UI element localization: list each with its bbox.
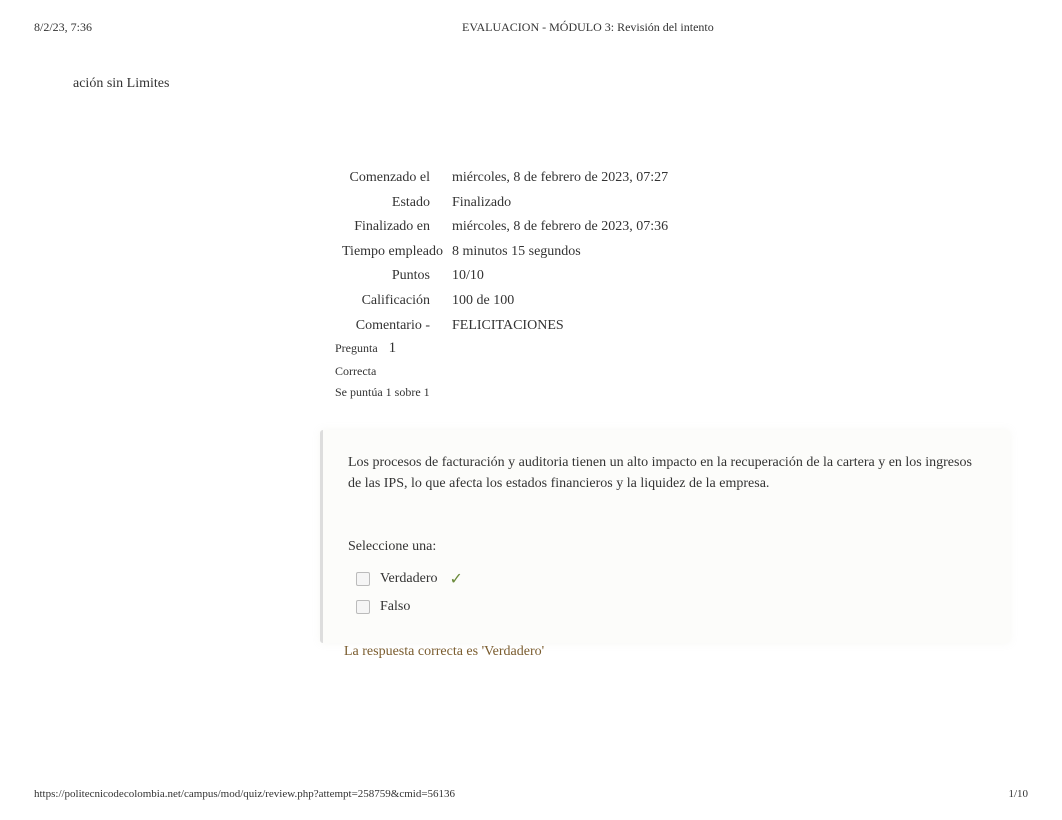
summary-value: miércoles, 8 de febrero de 2023, 07:27 [452,168,668,188]
check-icon: ✓ [450,569,463,589]
footer-url: https://politecnicodecolombia.net/campus… [34,788,455,800]
question-text: Los procesos de facturación y auditoria … [348,452,985,494]
footer-page: 1/10 [1008,788,1028,800]
select-prompt: Seleccione una: [348,539,985,555]
summary-value: 10/10 [452,266,668,286]
question-header: Pregunta 1 [335,340,396,357]
option-text: Verdadero [380,571,438,587]
summary-label: Comentario - [342,316,452,336]
page-subtitle: ación sin Limites [73,76,169,92]
summary-value: 100 de 100 [452,291,668,311]
summary-table: Comenzado el miércoles, 8 de febrero de … [342,168,668,340]
header-timestamp: 8/2/23, 7:36 [34,20,92,35]
question-label: Pregunta [335,341,378,355]
summary-row: Calificación 100 de 100 [342,291,668,311]
summary-value: FELICITACIONES [452,316,668,336]
radio-icon[interactable] [356,572,370,586]
summary-label: Estado [342,193,452,213]
summary-value: Finalizado [452,193,668,213]
summary-label: Calificación [342,291,452,311]
summary-label: Tiempo empleado [342,242,452,262]
option-text: Falso [380,599,410,615]
option-row-falso: Falso [348,599,985,615]
question-status: Correcta [335,364,376,379]
radio-icon[interactable] [356,600,370,614]
question-box: Los procesos de facturación y auditoria … [320,430,1010,643]
header-title: EVALUACION - MÓDULO 3: Revisión del inte… [462,20,714,35]
summary-value: 8 minutos 15 segundos [452,242,668,262]
correct-answer: La respuesta correcta es 'Verdadero' [344,644,544,660]
summary-row: Comentario - FELICITACIONES [342,316,668,336]
summary-row: Comenzado el miércoles, 8 de febrero de … [342,168,668,188]
summary-label: Comenzado el [342,168,452,188]
summary-label: Finalizado en [342,217,452,237]
summary-row: Puntos 10/10 [342,266,668,286]
summary-row: Tiempo empleado 8 minutos 15 segundos [342,242,668,262]
question-score: Se puntúa 1 sobre 1 [335,385,430,400]
summary-value: miércoles, 8 de febrero de 2023, 07:36 [452,217,668,237]
question-number: 1 [389,340,397,356]
summary-row: Finalizado en miércoles, 8 de febrero de… [342,217,668,237]
summary-label: Puntos [342,266,452,286]
option-row-verdadero: Verdadero ✓ [348,569,985,589]
summary-row: Estado Finalizado [342,193,668,213]
